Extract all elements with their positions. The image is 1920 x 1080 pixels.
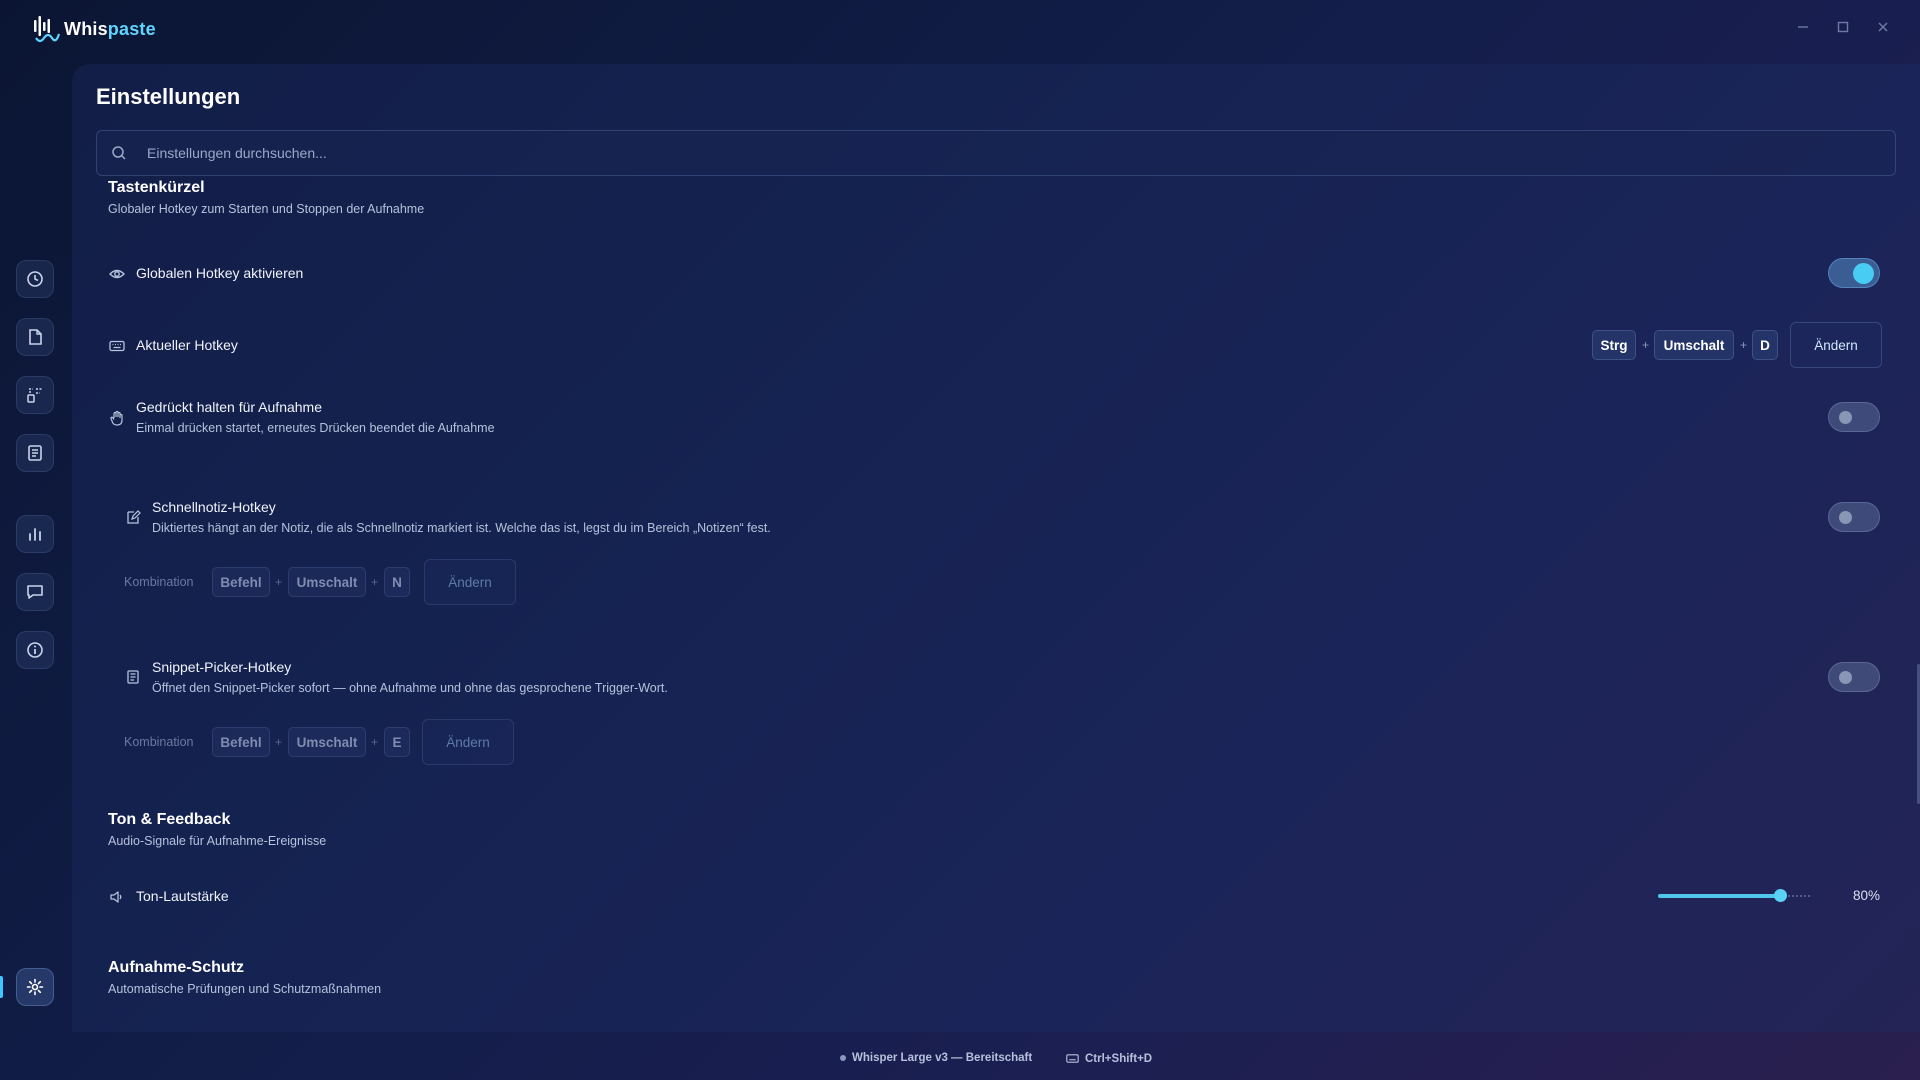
section-title-hotkeys: Tastenkürzel [108,179,205,196]
push-to-talk-description: Einmal drücken startet, erneutes Drücken… [136,421,495,435]
minimize-icon[interactable] [1796,20,1810,34]
volume-value: 80% [1853,888,1881,903]
global-hotkey-toggle[interactable] [1828,258,1880,288]
key-cap: D [1752,330,1778,360]
sidebar-item-documents[interactable] [16,318,54,356]
search-icon [111,145,127,166]
section-subtitle-hotkeys: Globaler Hotkey zum Starten und Stoppen … [108,202,425,216]
toggle-knob [1839,671,1852,684]
notes-icon [28,445,42,461]
snippets-icon [27,388,42,403]
combination-label: Kombination [124,575,194,589]
change-quicknote-hotkey-button[interactable]: Ändern [424,559,516,605]
page-title: Einstellungen [96,84,241,109]
push-to-talk-toggle[interactable] [1828,402,1880,432]
hand-icon [108,409,126,427]
sidebar-item-history[interactable] [16,260,54,298]
gear-icon [26,978,44,996]
section-title-sound: Ton & Feedback [108,811,231,828]
global-hotkey-label: Globalen Hotkey aktivieren [136,265,304,281]
maximize-icon[interactable] [1836,20,1850,34]
hotkey-status: Ctrl+Shift+D [1066,1052,1152,1065]
sidebar-item-feedback[interactable] [16,573,54,611]
toggle-knob [1853,263,1874,284]
search-box[interactable] [96,130,1896,176]
sidebar-item-snippets[interactable] [16,376,54,414]
key-cap: Umschalt [288,567,366,597]
status-bar: Whisper Large v3 — Bereitschaft Ctrl+Shi… [0,1040,1920,1080]
model-status: Whisper Large v3 — Bereitschaft [840,1052,1032,1064]
volume-slider-thumb[interactable] [1774,889,1787,902]
key-cap: Befehl [212,727,270,757]
plus-separator: + [275,575,283,589]
search-input[interactable] [147,131,1847,175]
snippet-picker-hotkey-description: Öffnet den Snippet-Picker sofort — ohne … [152,681,668,695]
app-name: Whispaste [64,18,156,39]
change-hotkey-button[interactable]: Ändern [1790,322,1882,368]
key-cap: Strg [1592,330,1636,360]
sidebar [0,60,72,1030]
active-indicator [0,976,3,998]
snippet-picker-hotkey-toggle[interactable] [1828,662,1880,692]
key-cap: N [384,567,410,597]
snippet-picker-hotkey-label: Snippet-Picker-Hotkey [152,659,292,675]
plus-separator: + [1740,338,1748,352]
key-cap: Umschalt [288,727,366,757]
push-to-talk-label: Gedrückt halten für Aufnahme [136,399,322,415]
title-bar: Whispaste [0,0,1920,60]
volume-slider-fill [1658,894,1780,898]
key-cap: Befehl [212,567,270,597]
key-cap: E [384,727,410,757]
plus-separator: + [371,735,379,749]
bar-chart-icon [29,528,41,541]
clock-icon [27,271,43,287]
sidebar-item-notes[interactable] [16,434,54,472]
eye-icon [108,265,126,283]
toggle-knob [1839,411,1852,424]
keyboard-icon [108,337,126,355]
plus-separator: + [275,735,283,749]
section-subtitle-protection: Automatische Prüfungen und Schutzmaßnahm… [108,982,382,996]
toggle-knob [1839,511,1852,524]
info-icon [27,642,43,658]
change-snippet-picker-hotkey-button[interactable]: Ändern [422,719,514,765]
key-cap: Umschalt [1654,330,1734,360]
settings-panel: Einstellungen Tastenkürzel Globaler Hotk… [72,64,1920,1032]
model-status-text: Whisper Large v3 — Bereitschaft [852,1052,1033,1064]
current-hotkey-label: Aktueller Hotkey [136,337,238,353]
keyboard-icon [1066,1054,1079,1063]
hotkey-status-text: Ctrl+Shift+D [1085,1052,1153,1065]
sidebar-item-info[interactable] [16,631,54,669]
note-edit-icon [124,508,142,526]
sidebar-item-settings[interactable] [16,968,54,1006]
plus-separator: + [371,575,379,589]
sidebar-item-statistics[interactable] [16,515,54,553]
logo-icon [32,14,60,44]
combination-label: Kombination [124,735,194,749]
volume-slider[interactable] [1658,886,1810,906]
quicknote-hotkey-toggle[interactable] [1828,502,1880,532]
close-icon[interactable] [1876,20,1890,34]
snippet-list-icon [124,668,142,686]
plus-separator: + [1642,338,1650,352]
section-title-protection: Aufnahme-Schutz [108,959,244,976]
volume-label: Ton-Lautstärke [136,888,229,904]
status-dot-icon [840,1055,846,1061]
document-icon [29,329,42,345]
quicknote-hotkey-description: Diktiertes hängt an der Notiz, die als S… [152,521,771,535]
chat-icon [27,585,43,599]
app-brand: Whispaste [32,14,156,44]
section-subtitle-sound: Audio-Signale für Aufnahme-Ereignisse [108,834,327,848]
speaker-icon [108,888,126,906]
volume-slider-track [1788,895,1810,897]
quicknote-hotkey-label: Schnellnotiz-Hotkey [152,499,276,515]
